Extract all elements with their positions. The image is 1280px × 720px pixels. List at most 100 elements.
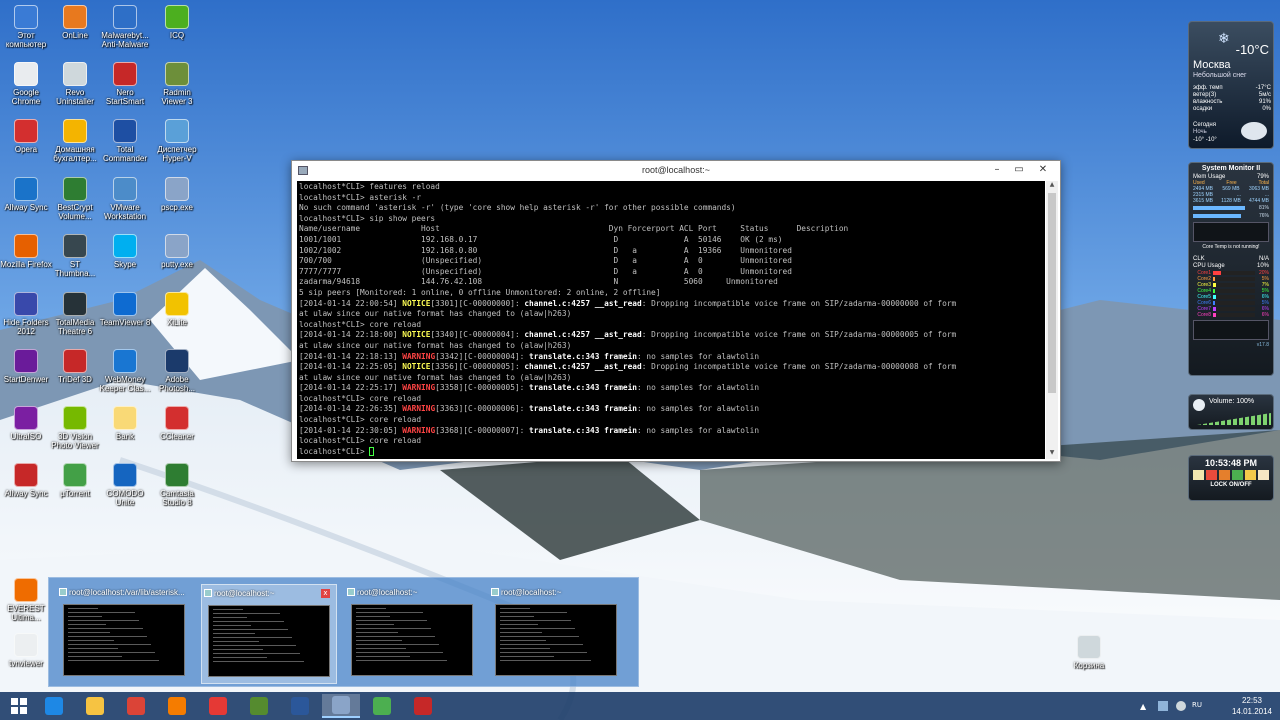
gadget-button-6[interactable] (1258, 470, 1269, 480)
putty-titlebar[interactable]: root@localhost:~ – ▭ ✕ (292, 161, 1060, 181)
desktop-icon-comodo[interactable]: COMODO Unite (99, 463, 151, 507)
terminal-line: at ulaw since our native format has chan… (299, 373, 1043, 384)
desktop-icon-totalmedia[interactable]: TotalMedia Theatre 6 (49, 292, 101, 336)
taskbar-app-putty[interactable] (322, 694, 360, 718)
desktop-icon-label: Allway Sync (4, 203, 48, 212)
taskbar-clock[interactable]: 22:53 14.01.2014 (1232, 695, 1272, 717)
lock-toggle[interactable]: LOCK ON/OFF (1189, 482, 1273, 488)
task-thumbnail[interactable]: root@localhost:~ x (201, 584, 337, 684)
weather-row-key: ветер(З) (1193, 92, 1217, 98)
desktop-icon-vmware[interactable]: VMware Workstation (99, 177, 151, 221)
desktop-icon-teamviewer[interactable]: TeamViewer 8 (99, 292, 151, 327)
desktop-icon-webmoney[interactable]: WebMoney Keeper Clas... (99, 349, 151, 393)
gadget-button-4[interactable] (1232, 470, 1243, 480)
desktop-icon-label: tvnviewer (9, 659, 43, 668)
volume-gadget[interactable]: Volume: 100% (1188, 394, 1274, 430)
taskbar-app-camtasia[interactable] (240, 694, 278, 718)
taskbar-app-file-explorer[interactable] (76, 694, 114, 718)
network-icon[interactable] (1158, 701, 1168, 711)
desktop-icon-computer[interactable]: Этот компьютер (0, 5, 52, 49)
close-thumbnail-button[interactable]: x (321, 589, 330, 598)
gadget-button-2[interactable] (1206, 470, 1217, 480)
desktop-icon-accounting[interactable]: Домашняя бухгалтер... (49, 119, 101, 163)
desktop-icon-allway-sync[interactable]: Allway Sync (0, 463, 52, 498)
desktop-icon-nero[interactable]: Nero StartSmart (99, 62, 151, 106)
desktop-icon-ultraiso[interactable]: UltraISO (0, 406, 52, 441)
task-thumbnail[interactable]: root@localhost:/var/lib/asterisk... (57, 584, 193, 684)
volume-level-bars[interactable] (1197, 413, 1271, 425)
taskbar-app-internet-explorer[interactable] (35, 694, 73, 718)
desktop-icon-label: BestCrypt Volume... (57, 203, 93, 221)
terminal-line: 700/700 (Unspecified) D a A 0 Unmonitore… (299, 256, 1043, 267)
taskbar-app-xilite[interactable] (199, 694, 237, 718)
desktop-icon-utorrent[interactable]: µTorrent (49, 463, 101, 498)
desktop-icon-revo[interactable]: Revo Uninstaller (49, 62, 101, 106)
taskbar-app-chrome[interactable] (117, 694, 155, 718)
maximize-button[interactable]: ▭ (1008, 161, 1030, 179)
desktop-icon-bestcrypt[interactable]: BestCrypt Volume... (49, 177, 101, 221)
desktop-icon-xilite[interactable]: XiLite (151, 292, 203, 327)
desktop-icon-chrome[interactable]: Google Chrome (0, 62, 52, 106)
desktop-icon-tridef[interactable]: TriDef 3D (49, 349, 101, 384)
terminal-text: channel.c:4257 __ast_read (524, 298, 642, 308)
minimize-button[interactable]: – (986, 161, 1008, 179)
cpu-core-bar-fill (1213, 289, 1216, 293)
scrollbar-thumb[interactable] (1048, 193, 1056, 393)
desktop-icon-everest[interactable]: EVEREST Ultima... (0, 578, 52, 622)
desktop-icon-skype[interactable]: Skype (99, 234, 151, 269)
desktop-icon-total-commander[interactable]: Total Commander (99, 119, 151, 163)
tray-up-arrow-icon[interactable]: ▲ (1140, 702, 1146, 711)
start-button[interactable] (0, 694, 38, 718)
desktop-icon-putty[interactable]: putty.exe (151, 234, 203, 269)
taskbar-app-media-player[interactable] (158, 694, 196, 718)
radmin-icon (165, 62, 189, 86)
language-indicator-icon[interactable]: RU (1192, 701, 1206, 711)
weather-today-range: -10° -10° (1193, 137, 1217, 143)
clock-gadget[interactable]: 10:53:48 PM LOCK ON/OFF (1188, 455, 1274, 501)
task-thumbnail[interactable]: root@localhost:~ (345, 584, 481, 684)
desktop-icon-online[interactable]: OnLine (49, 5, 101, 40)
desktop-icon-denwer[interactable]: StartDenwer (0, 349, 52, 384)
scroll-down-arrow[interactable]: ▼ (1046, 449, 1058, 459)
desktop-icon-icq[interactable]: ICQ (151, 5, 203, 40)
desktop-icon-ccleaner[interactable]: CCleaner (151, 406, 203, 441)
desktop-icon-photoshop[interactable]: Adobe Photosh... (151, 349, 203, 393)
desktop-icon-hide-folders[interactable]: Hide Folders 2012 (0, 292, 52, 336)
desktop-icon-recycle-bin[interactable]: Корзина (1063, 635, 1115, 670)
task-thumbnail[interactable]: root@localhost:~ (489, 584, 625, 684)
weather-gadget[interactable]: ❄ -10°C Москва Небольшой снег эфф. темп -… (1188, 21, 1274, 149)
desktop-icon-opera[interactable]: Opera (0, 119, 52, 154)
taskbar-app-hyperv[interactable] (363, 694, 401, 718)
desktop-icon-st-thumbnails[interactable]: ST Thumbna... (49, 234, 101, 278)
desktop-icon-3dvision[interactable]: 3D Vision Photo Viewer (49, 406, 101, 450)
gadget-button-5[interactable] (1245, 470, 1256, 480)
desktop-icon-firefox[interactable]: Mozilla Firefox (0, 234, 52, 269)
gadget-button-3[interactable] (1219, 470, 1230, 480)
desktop-icon-malwarebytes[interactable]: Malwarebyt... Anti-Malware (99, 5, 151, 49)
desktop-icon-allway-sync[interactable]: Allway Sync (0, 177, 52, 212)
cpu-core-bar (1213, 301, 1255, 305)
scroll-up-arrow[interactable]: ▲ (1046, 181, 1058, 191)
putty-window[interactable]: root@localhost:~ – ▭ ✕ localhost*CLI> fe… (291, 160, 1061, 462)
desktop-icon-radmin[interactable]: Radmin Viewer 3 (151, 62, 203, 106)
weather-row-key: влажность (1193, 99, 1223, 105)
desktop-icon-hyperv[interactable]: Диспетчер Hyper-V (151, 119, 203, 163)
gadget-button-1[interactable] (1193, 470, 1204, 480)
sysmon-mem-table: Used Free Total 2494 MB 569 MB 3063 MB 2315 MB… (1189, 180, 1273, 204)
desktop-icon-camtasia[interactable]: Camtasia Studio 8 (151, 463, 203, 507)
desktop-icon-bank[interactable]: Bank (99, 406, 151, 441)
cpu-core-bar-fill (1213, 283, 1216, 287)
terminal-output[interactable]: localhost*CLI> features reload localhost*… (297, 181, 1045, 459)
system-monitor-gadget[interactable]: System Monitor II Mem Usage 79% Used Free… (1188, 162, 1274, 376)
close-button[interactable]: ✕ (1032, 161, 1054, 179)
terminal-text: 1002/1002 192.168.0.80 D a A 19366 Unmon… (299, 245, 792, 255)
volume-tray-icon[interactable] (1176, 701, 1186, 711)
taskbar-app-allway-sync[interactable] (404, 694, 442, 718)
desktop-icon-pscp[interactable]: pscp.exe (151, 177, 203, 212)
taskbar-app-word[interactable] (281, 694, 319, 718)
desktop-icon-tvnviewer[interactable]: tvnviewer (0, 633, 52, 668)
terminal-scrollbar[interactable]: ▲ ▼ (1046, 181, 1058, 459)
speaker-icon (1193, 399, 1205, 411)
terminal-line: localhost*CLI> core reload (299, 415, 1043, 426)
cpu-core-bar (1213, 295, 1255, 299)
